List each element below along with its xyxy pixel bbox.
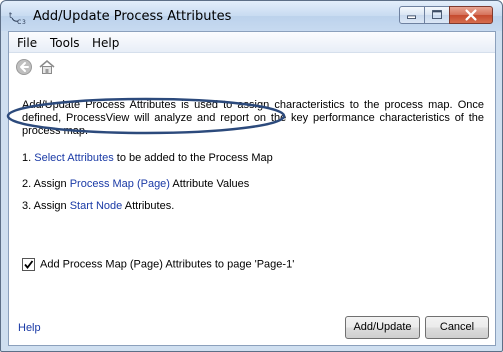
help-link[interactable]: Help (18, 322, 41, 334)
checkmark-icon (24, 260, 34, 269)
back-arrow-icon[interactable] (15, 58, 33, 76)
step-2-prefix: 2. Assign (22, 178, 70, 190)
select-attributes-link[interactable]: Select Attributes (34, 152, 114, 164)
client-area: File Tools Help Add/Update Process Attri… (8, 31, 496, 346)
minimize-icon (407, 15, 416, 19)
menu-tools[interactable]: Tools (50, 36, 80, 50)
add-attributes-label: Add Process Map (Page) Attributes to pag… (40, 258, 295, 271)
maximize-icon (432, 10, 442, 19)
step-1-prefix: 1. (22, 152, 35, 164)
dialog-window: t c 3 Add/Update Process Attributes File… (0, 0, 503, 352)
step-process-map: 2. Assign Process Map (Page) Attribute V… (22, 178, 249, 190)
toolbar (9, 54, 495, 80)
menu-bar: File Tools Help (9, 32, 495, 53)
menu-help[interactable]: Help (92, 36, 119, 50)
close-icon (465, 9, 477, 21)
svg-text:t: t (9, 11, 12, 20)
menu-file[interactable]: File (17, 36, 37, 50)
step-1-suffix: to be added to the Process Map (113, 152, 273, 164)
close-button[interactable] (449, 6, 493, 24)
title-bar[interactable]: t c 3 Add/Update Process Attributes (1, 1, 502, 31)
start-node-link[interactable]: Start Node (70, 200, 123, 212)
app-icon: t c 3 (9, 9, 27, 26)
svg-text:3: 3 (22, 19, 26, 25)
add-attributes-checkbox[interactable] (22, 258, 35, 271)
description-text: Add/Update Process Attributes is used to… (22, 99, 484, 137)
svg-text:c: c (17, 17, 21, 25)
step-select-attributes: 1. Select Attributes to be added to the … (22, 152, 273, 164)
maximize-button[interactable] (424, 6, 450, 24)
home-icon[interactable] (38, 58, 56, 76)
step-3-suffix: Attributes. (122, 200, 175, 212)
process-map-page-link[interactable]: Process Map (Page) (70, 178, 170, 190)
add-update-button[interactable]: Add/Update (345, 316, 420, 339)
add-attributes-option: Add Process Map (Page) Attributes to pag… (22, 258, 294, 271)
step-start-node: 3. Assign Start Node Attributes. (22, 200, 174, 212)
step-2-suffix: Attribute Values (169, 178, 250, 190)
window-title: Add/Update Process Attributes (33, 9, 232, 24)
step-3-prefix: 3. Assign (22, 200, 70, 212)
cancel-button[interactable]: Cancel (425, 316, 489, 339)
minimize-button[interactable] (399, 6, 425, 24)
